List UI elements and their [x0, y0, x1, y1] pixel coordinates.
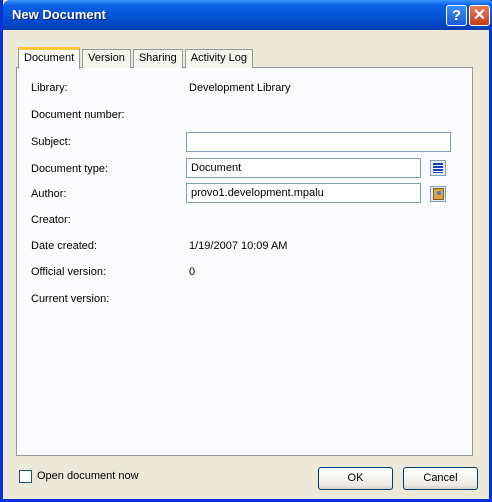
author-label: Author:	[31, 188, 67, 200]
tab-document[interactable]: Document	[18, 47, 81, 69]
titlebar: New Document ? ✕	[3, 0, 492, 30]
help-button[interactable]: ?	[446, 5, 467, 26]
document-type-picker-button[interactable]	[430, 160, 446, 176]
official-version-value: 0	[189, 266, 196, 278]
date-created-label: Date created:	[31, 240, 98, 252]
help-icon: ?	[451, 7, 462, 24]
cancel-button[interactable]: Cancel	[403, 467, 478, 490]
close-icon: ✕	[472, 7, 487, 24]
close-button[interactable]: ✕	[469, 5, 490, 26]
subject-label: Subject:	[31, 136, 71, 148]
author-input[interactable]	[186, 183, 421, 203]
date-created-value: 1/19/2007 10:09 AM	[189, 240, 288, 252]
document-tab-panel	[16, 67, 473, 456]
creator-label: Creator:	[31, 214, 71, 226]
tab-activity-log[interactable]: Activity Log	[184, 49, 254, 68]
library-value: Development Library	[189, 82, 291, 94]
list-icon	[433, 163, 443, 173]
address-book-icon	[433, 188, 444, 200]
document-number-label: Document number:	[31, 109, 125, 121]
author-picker-button[interactable]	[430, 186, 446, 202]
window-title: New Document	[12, 7, 106, 22]
tab-sharing[interactable]: Sharing	[132, 49, 183, 68]
open-document-now-label[interactable]: Open document now	[37, 470, 139, 482]
ok-button[interactable]: OK	[318, 467, 393, 490]
document-type-input[interactable]	[186, 158, 421, 178]
current-version-label: Current version:	[31, 293, 110, 305]
tab-version[interactable]: Version	[82, 49, 131, 68]
document-type-label: Document type:	[31, 163, 109, 175]
official-version-label: Official version:	[31, 266, 106, 278]
subject-input[interactable]	[186, 132, 451, 152]
library-label: Library:	[31, 82, 68, 94]
open-document-now-checkbox[interactable]	[19, 470, 32, 483]
tab-strip: Document Version Sharing Activity Log	[18, 47, 255, 69]
